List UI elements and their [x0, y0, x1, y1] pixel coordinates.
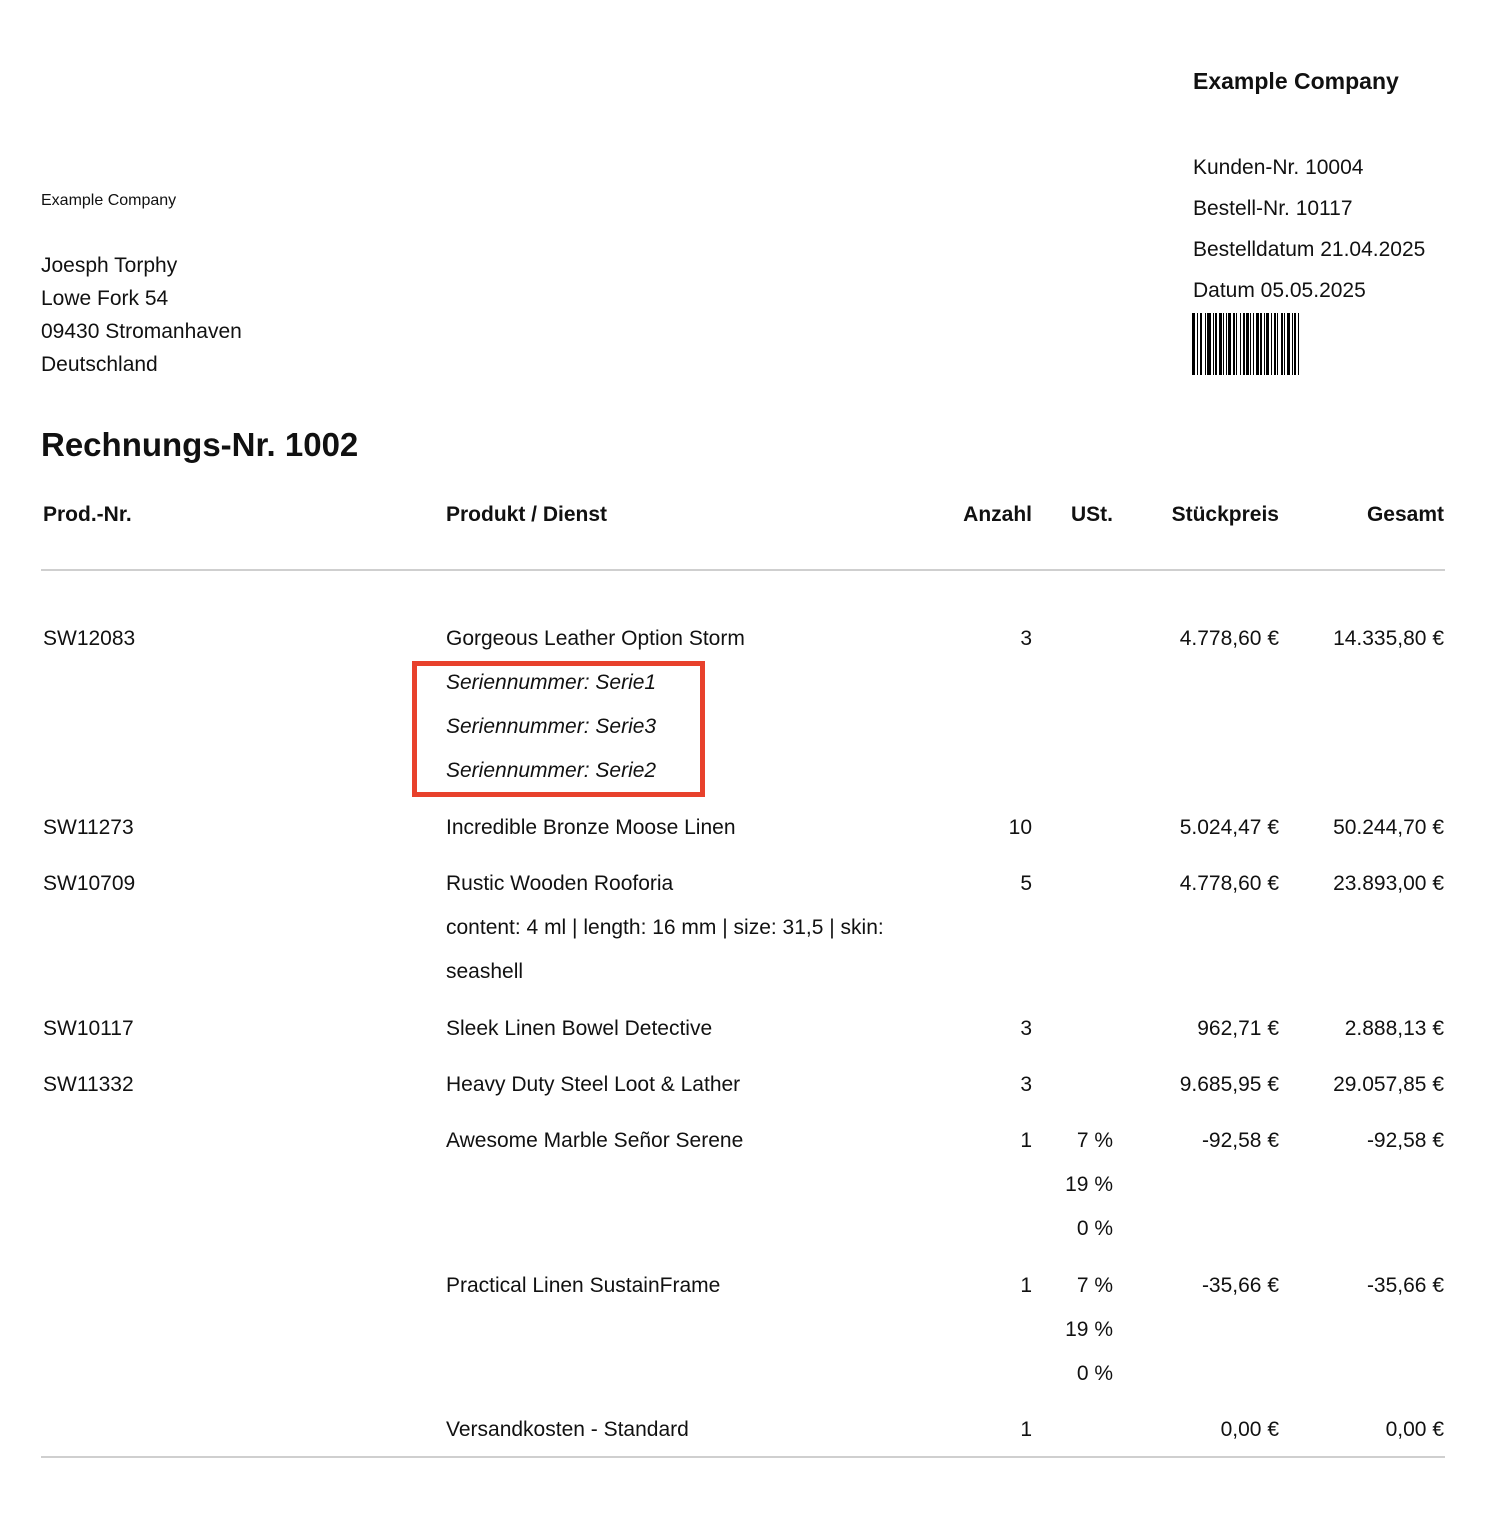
serial-number-highlight	[412, 661, 705, 797]
row-tax-rate: 19 %	[1065, 1173, 1113, 1196]
row-tax-rate: 7 %	[1076, 1129, 1113, 1152]
recipient-street: Lowe Fork 54	[41, 287, 169, 310]
barcode-bar	[1240, 313, 1241, 375]
barcode-bar	[1264, 313, 1265, 375]
order-number: Bestell-Nr. 10117	[1193, 197, 1353, 220]
row-product-name: Gorgeous Leather Option Storm	[446, 627, 745, 650]
row-total: 23.893,00 €	[1333, 872, 1444, 895]
row-quantity: 3	[1020, 1017, 1032, 1040]
row-product-name: Awesome Marble Señor Serene	[446, 1129, 744, 1152]
order-date: Bestelldatum 21.04.2025	[1193, 238, 1426, 261]
row-total: -35,66 €	[1366, 1274, 1444, 1297]
barcode-bar	[1223, 313, 1224, 375]
row-quantity: 10	[1008, 816, 1032, 839]
sender-line: Example Company	[41, 192, 177, 209]
row-quantity: 3	[1020, 1073, 1032, 1096]
document-date: Datum 05.05.2025	[1193, 279, 1366, 302]
row-tax-rate: 7 %	[1076, 1274, 1113, 1297]
recipient-city: 09430 Stromanhaven	[41, 320, 242, 343]
row-product-number: SW10117	[43, 1017, 134, 1040]
barcode-bar	[1200, 313, 1202, 375]
row-product-name: Practical Linen SustainFrame	[446, 1274, 721, 1297]
row-product-name: Versandkosten - Standard	[446, 1418, 689, 1441]
barcode-bar	[1192, 313, 1195, 375]
header-product: Produkt / Dienst	[446, 503, 608, 526]
row-unit-price: 4.778,60 €	[1179, 627, 1279, 650]
row-unit-price: 4.778,60 €	[1179, 872, 1279, 895]
invoice-title: Rechnungs-Nr. 1002	[41, 426, 359, 463]
barcode-bar	[1277, 313, 1278, 375]
row-total: 29.057,85 €	[1333, 1073, 1444, 1096]
row-quantity: 1	[1020, 1129, 1032, 1152]
row-quantity: 3	[1020, 627, 1032, 650]
barcode	[1192, 313, 1299, 375]
row-tax-rate: 0 %	[1076, 1217, 1113, 1240]
barcode-bar	[1205, 313, 1206, 375]
recipient-name: Joesph Torphy	[41, 254, 178, 277]
row-unit-price: -35,66 €	[1201, 1274, 1279, 1297]
row-total: 2.888,13 €	[1344, 1017, 1444, 1040]
barcode-bar	[1228, 313, 1231, 375]
barcode-bar	[1287, 313, 1290, 375]
company-name: Example Company	[1193, 68, 1399, 94]
barcode-bar	[1253, 313, 1254, 375]
row-product-number: SW10709	[43, 872, 136, 895]
row-product-name: Sleek Linen Bowel Detective	[446, 1017, 713, 1040]
row-unit-price: -92,58 €	[1201, 1129, 1279, 1152]
barcode-bar	[1281, 313, 1283, 375]
barcode-bar	[1250, 313, 1251, 375]
barcode-bar	[1274, 313, 1276, 375]
barcode-bar	[1298, 313, 1299, 375]
header-unit-price: Stückpreis	[1171, 503, 1279, 526]
row-product-name: Heavy Duty Steel Loot & Lather	[446, 1073, 741, 1096]
barcode-bar	[1266, 313, 1269, 375]
row-quantity: 5	[1020, 872, 1032, 895]
barcode-bar	[1243, 313, 1245, 375]
recipient-country: Deutschland	[41, 353, 158, 376]
row-total: 50.244,70 €	[1333, 816, 1444, 839]
barcode-bar	[1292, 313, 1293, 375]
barcode-bar	[1246, 313, 1249, 375]
row-total: -92,58 €	[1366, 1129, 1444, 1152]
row-product-number: SW11332	[43, 1073, 134, 1096]
barcode-bar	[1215, 313, 1217, 375]
row-product-number: SW11273	[43, 816, 134, 839]
row-product-number: SW12083	[43, 627, 136, 650]
header-quantity: Anzahl	[963, 503, 1032, 526]
barcode-bar	[1226, 313, 1227, 375]
barcode-bar	[1197, 313, 1198, 375]
row-unit-price: 5.024,47 €	[1179, 816, 1279, 839]
row-tax-rate: 0 %	[1076, 1362, 1113, 1385]
row-product-name: Incredible Bronze Moose Linen	[446, 816, 736, 839]
barcode-bar	[1213, 313, 1214, 375]
row-total: 14.335,80 €	[1333, 627, 1444, 650]
customer-number: Kunden-Nr. 10004	[1193, 156, 1364, 179]
barcode-bar	[1236, 313, 1237, 375]
barcode-bar	[1294, 313, 1296, 375]
barcode-bar	[1233, 313, 1235, 375]
row-variant-details: content: 4 ml | length: 16 mm | size: 31…	[446, 916, 884, 939]
row-product-name: Rustic Wooden Rooforia	[446, 872, 674, 895]
row-unit-price: 962,71 €	[1197, 1017, 1279, 1040]
row-unit-price: 9.685,95 €	[1179, 1073, 1279, 1096]
row-quantity: 1	[1020, 1418, 1032, 1441]
barcode-bar	[1260, 313, 1262, 375]
table-bottom-divider	[41, 1456, 1445, 1458]
header-total: Gesamt	[1366, 503, 1444, 526]
row-quantity: 1	[1020, 1274, 1032, 1297]
row-variant-details: seashell	[446, 960, 524, 983]
barcode-bar	[1284, 313, 1285, 375]
header-divider	[41, 569, 1445, 571]
header-tax: USt.	[1071, 503, 1113, 526]
row-total: 0,00 €	[1385, 1418, 1444, 1441]
header-product-number: Prod.-Nr.	[43, 503, 132, 526]
barcode-bar	[1207, 313, 1211, 375]
row-tax-rate: 19 %	[1065, 1318, 1113, 1341]
barcode-bar	[1219, 313, 1222, 375]
row-unit-price: 0,00 €	[1220, 1418, 1279, 1441]
barcode-bar	[1271, 313, 1272, 375]
barcode-bar	[1256, 313, 1259, 375]
